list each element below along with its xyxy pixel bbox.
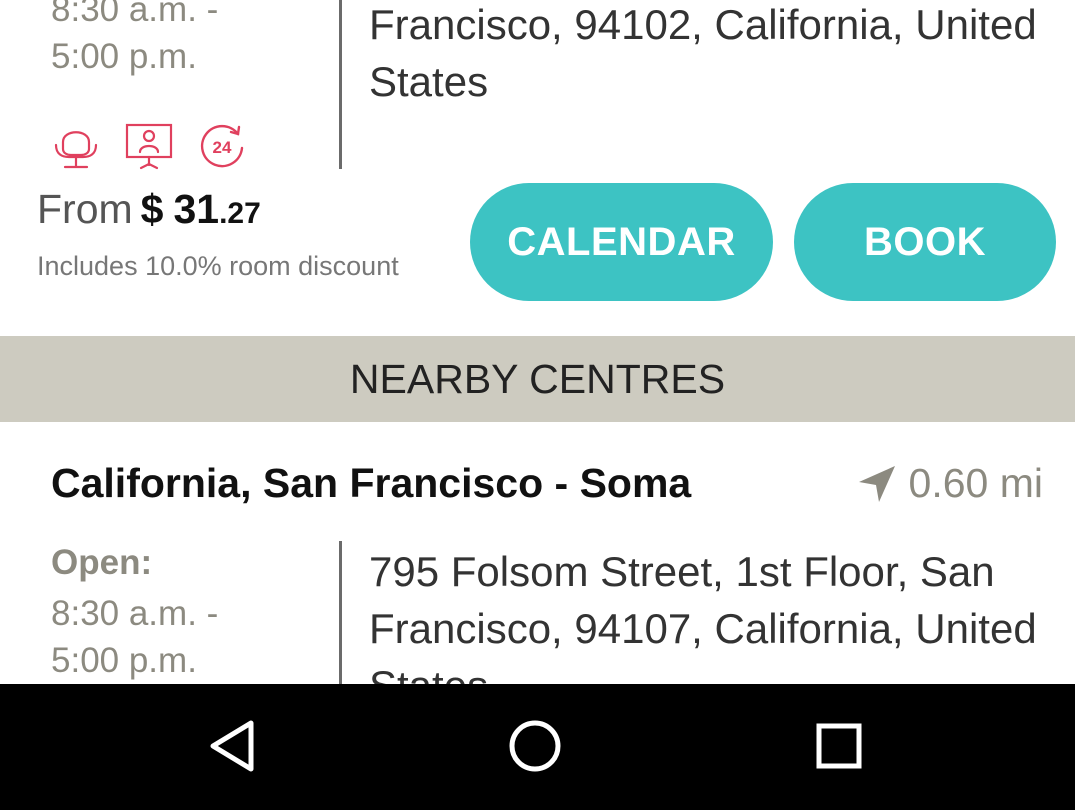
price-currency: $ [140, 186, 164, 232]
amenities-row: 24 [52, 122, 246, 172]
24-hour-icon: 24 [200, 124, 244, 168]
svg-text:24: 24 [213, 138, 232, 157]
price-whole: 31 [173, 186, 220, 232]
back-icon[interactable] [195, 706, 275, 786]
centre-distance: 0.60 mi [857, 460, 1043, 507]
discount-note: Includes 10.0% room discount [37, 251, 399, 281]
price: From $ 31 .27 [37, 186, 261, 233]
price-cents: .27 [219, 197, 261, 230]
centre-address: 795 Folsom Street, 1st Floor, San Franci… [369, 548, 1037, 684]
centre-address: Francisco, 94102, California, United Sta… [369, 1, 1037, 105]
system-navigation-bar [0, 684, 1075, 810]
chair-icon [54, 131, 98, 169]
navigation-arrow-icon [858, 465, 895, 502]
open-label: Open: [51, 543, 153, 582]
presentation-icon [125, 123, 173, 170]
opening-hours: 8:30 a.m. - 5:00 p.m. [51, 0, 219, 76]
opening-hours: 8:30 a.m. - 5:00 p.m. [51, 594, 219, 680]
centre-name[interactable]: California, San Francisco - Soma [51, 460, 691, 507]
recents-icon[interactable] [799, 706, 879, 786]
calendar-button[interactable]: CALENDAR [470, 183, 773, 301]
price-from-label: From [37, 186, 133, 232]
divider [339, 0, 342, 169]
app-screen: 8:30 a.m. - 5:00 p.m. Francisco, 94102, … [0, 0, 1075, 684]
book-button[interactable]: BOOK [794, 183, 1056, 301]
divider [339, 541, 342, 684]
nearby-centres-title: NEARBY CENTRES [349, 355, 726, 402]
distance-value: 0.60 mi [908, 460, 1043, 506]
home-icon[interactable] [495, 706, 575, 786]
nearby-centres-header: NEARBY CENTRES [0, 336, 1075, 422]
